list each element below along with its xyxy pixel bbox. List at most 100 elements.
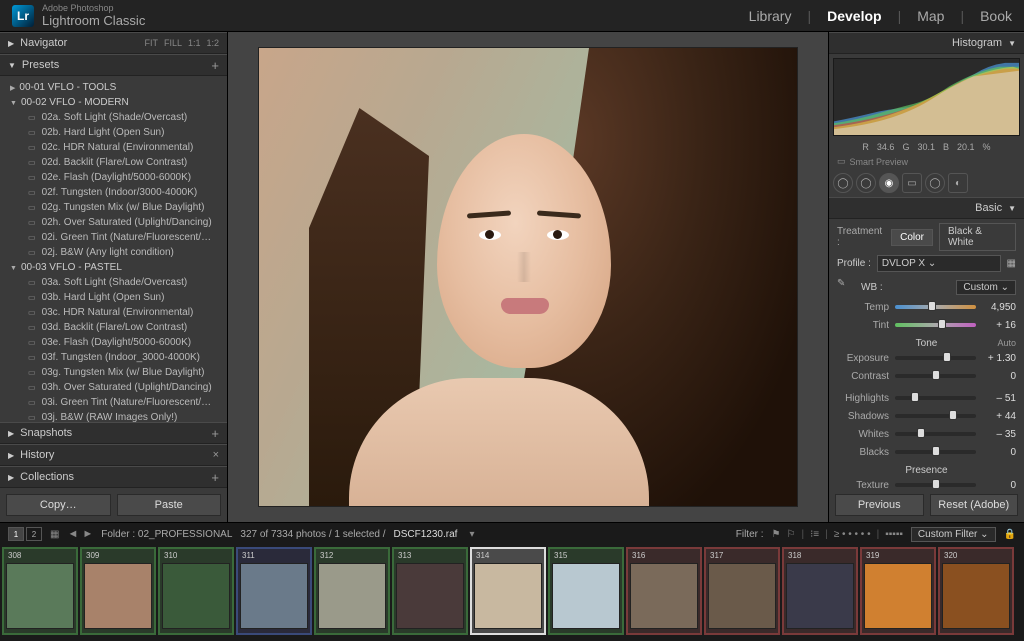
preset-item[interactable]: 02g. Tungsten Mix (w/ Blue Daylight): [0, 200, 227, 215]
filmstrip-thumb[interactable]: 318: [782, 547, 858, 635]
zoom-1-1[interactable]: 1:1: [188, 38, 201, 48]
reject-filter-icon[interactable]: ⚐: [786, 529, 795, 540]
previous-button[interactable]: Previous: [835, 494, 924, 516]
filter-lock-icon[interactable]: 🔒: [1004, 529, 1016, 540]
rating-filter-icon[interactable]: ⁝≡: [810, 529, 819, 540]
preset-item[interactable]: 03b. Hard Light (Open Sun): [0, 290, 227, 305]
module-develop[interactable]: Develop: [827, 8, 881, 24]
filmstrip-thumb[interactable]: 314: [470, 547, 546, 635]
preset-item[interactable]: 03f. Tungsten (Indoor_3000-4000K): [0, 350, 227, 365]
profile-browser-icon[interactable]: ▦: [1007, 258, 1016, 269]
prev-photo-icon[interactable]: ◄: [67, 528, 78, 540]
navigator-header[interactable]: ▶ Navigator FIT FILL 1:1 1:2: [0, 32, 227, 54]
chevron-down-icon[interactable]: ▾: [469, 529, 474, 540]
preset-item[interactable]: 03i. Green Tint (Nature/Fluorescent/Wind…: [0, 395, 227, 410]
preset-item[interactable]: 02i. Green Tint (Nature/Fluorescent/Wind…: [0, 230, 227, 245]
filmstrip-thumb[interactable]: 315: [548, 547, 624, 635]
whites-slider[interactable]: [895, 432, 976, 436]
paste-button[interactable]: Paste: [117, 494, 222, 516]
histogram-header[interactable]: Histogram ▼: [829, 32, 1024, 54]
preset-item[interactable]: 02d. Backlit (Flare/Low Contrast): [0, 155, 227, 170]
basic-header[interactable]: Basic ▼: [829, 197, 1024, 219]
folder-path[interactable]: Folder : 02_PROFESSIONAL: [101, 529, 232, 540]
snapshots-header[interactable]: ▶ Snapshots +: [0, 422, 227, 444]
filmstrip-thumb[interactable]: 313: [392, 547, 468, 635]
module-library[interactable]: Library: [749, 8, 792, 24]
preset-item[interactable]: 02h. Over Saturated (Uplight/Dancing): [0, 215, 227, 230]
zoom-ratio[interactable]: 1:2: [206, 38, 219, 48]
right-panel-group: Histogram ▼ R34.6 G30.1 B20.1 % ▭ Smart …: [828, 32, 1024, 522]
contrast-slider[interactable]: [895, 374, 976, 378]
zoom-fit[interactable]: FIT: [144, 38, 158, 48]
preset-item[interactable]: 02c. HDR Natural (Environmental): [0, 140, 227, 155]
texture-slider[interactable]: [895, 483, 976, 487]
preset-item[interactable]: 02e. Flash (Daylight/5000-6000K): [0, 170, 227, 185]
filmstrip-thumb[interactable]: 311: [236, 547, 312, 635]
module-book[interactable]: Book: [980, 8, 1012, 24]
temp-slider[interactable]: [895, 305, 976, 309]
preset-group[interactable]: ▼00-03 VFLO - PASTEL: [0, 260, 227, 275]
preset-item[interactable]: 03e. Flash (Daylight/5000-6000K): [0, 335, 227, 350]
histogram-display[interactable]: [833, 58, 1020, 136]
color-filter[interactable]: ▪▪▪▪▪: [885, 529, 903, 540]
preset-item[interactable]: 02j. B&W (Any light condition): [0, 245, 227, 260]
preset-group[interactable]: ▶00-01 VFLO - TOOLS: [0, 80, 227, 95]
shadows-slider[interactable]: [895, 414, 976, 418]
history-header[interactable]: ▶ History ×: [0, 444, 227, 466]
flag-filter-icon[interactable]: ⚑: [772, 529, 781, 540]
highlights-slider[interactable]: [895, 396, 976, 400]
filmstrip-thumb[interactable]: 309: [80, 547, 156, 635]
exposure-slider[interactable]: [895, 356, 976, 360]
profile-select[interactable]: DVLOP X ⌄: [877, 255, 1001, 272]
copy-button[interactable]: Copy…: [6, 494, 111, 516]
preset-item[interactable]: 03j. B&W (RAW Images Only!): [0, 410, 227, 422]
eyedropper-icon[interactable]: ✎: [837, 278, 855, 296]
filmstrip-thumb[interactable]: 316: [626, 547, 702, 635]
filmstrip-thumb[interactable]: 317: [704, 547, 780, 635]
preset-item[interactable]: 02a. Soft Light (Shade/Overcast): [0, 110, 227, 125]
treatment-color[interactable]: Color: [891, 229, 933, 246]
clear-history-icon[interactable]: ×: [213, 449, 219, 461]
custom-filter-select[interactable]: Custom Filter ⌄: [911, 527, 996, 542]
rating-ge-icon[interactable]: ≥ • • • • •: [834, 529, 871, 540]
preset-item[interactable]: 02b. Hard Light (Open Sun): [0, 125, 227, 140]
add-preset-icon[interactable]: +: [211, 58, 219, 73]
preset-group[interactable]: ▼00-02 VFLO - MODERN: [0, 95, 227, 110]
second-window-btn[interactable]: 2: [26, 527, 42, 541]
spot-tool-icon[interactable]: ◯: [856, 173, 876, 193]
crop-tool-icon[interactable]: ◯: [833, 173, 853, 193]
next-photo-icon[interactable]: ►: [82, 528, 93, 540]
module-map[interactable]: Map: [917, 8, 944, 24]
brush-tool-icon[interactable]: ◐: [948, 173, 968, 193]
preset-item[interactable]: 03g. Tungsten Mix (w/ Blue Daylight): [0, 365, 227, 380]
reset-button[interactable]: Reset (Adobe): [930, 494, 1019, 516]
filmstrip-thumb[interactable]: 319: [860, 547, 936, 635]
redeye-tool-icon[interactable]: ◉: [879, 173, 899, 193]
blacks-slider[interactable]: [895, 450, 976, 454]
filmstrip-thumb[interactable]: 312: [314, 547, 390, 635]
filmstrip-thumb[interactable]: 308: [2, 547, 78, 635]
auto-tone-button[interactable]: Auto: [997, 338, 1016, 348]
presets-header[interactable]: ▼ Presets +: [0, 54, 227, 76]
radial-filter-icon[interactable]: ◯: [925, 173, 945, 193]
add-snapshot-icon[interactable]: +: [211, 426, 219, 441]
filmstrip[interactable]: 308309310311312313314315316317318319320: [0, 545, 1024, 641]
preset-item[interactable]: 02f. Tungsten (Indoor/3000-4000K): [0, 185, 227, 200]
main-window-btn[interactable]: 1: [8, 527, 24, 541]
treatment-bw[interactable]: Black & White: [939, 223, 1016, 251]
grid-view-icon[interactable]: ▦: [50, 529, 59, 540]
filmstrip-thumb[interactable]: 310: [158, 547, 234, 635]
filmstrip-thumb[interactable]: 320: [938, 547, 1014, 635]
left-panel-group: ▶ Navigator FIT FILL 1:1 1:2 ▼ Presets +…: [0, 32, 228, 522]
zoom-fill[interactable]: FILL: [164, 38, 182, 48]
grad-filter-icon[interactable]: ▭: [902, 173, 922, 193]
add-collection-icon[interactable]: +: [211, 470, 219, 485]
preset-item[interactable]: 03d. Backlit (Flare/Low Contrast): [0, 320, 227, 335]
collections-header[interactable]: ▶ Collections +: [0, 466, 227, 488]
wb-select[interactable]: Custom ⌄: [956, 280, 1016, 295]
loupe-view[interactable]: [228, 32, 828, 522]
tint-slider[interactable]: [895, 323, 976, 327]
preset-item[interactable]: 03a. Soft Light (Shade/Overcast): [0, 275, 227, 290]
preset-item[interactable]: 03c. HDR Natural (Environmental): [0, 305, 227, 320]
preset-item[interactable]: 03h. Over Saturated (Uplight/Dancing): [0, 380, 227, 395]
